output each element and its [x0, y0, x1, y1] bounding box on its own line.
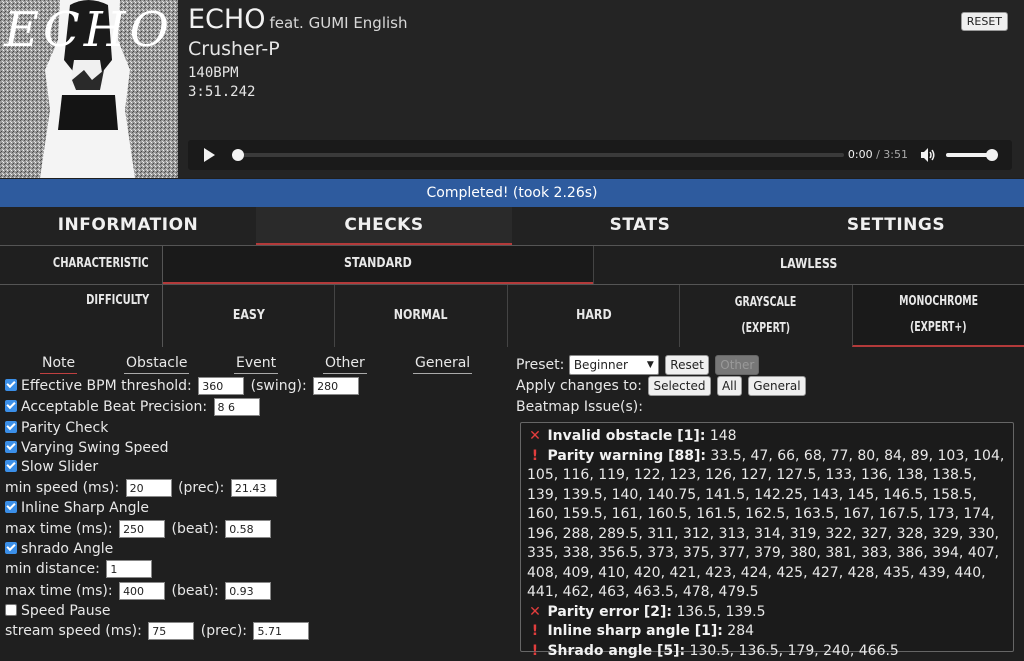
inline-row: Inline Sharp Angle: [5, 498, 149, 518]
tab-other[interactable]: Other: [323, 355, 367, 374]
min-speed-input[interactable]: 20: [126, 479, 172, 497]
apply-general-button[interactable]: General: [748, 376, 805, 396]
song-artist: Crusher-P: [188, 38, 280, 60]
slow-slider-row: Slow Slider: [5, 457, 98, 477]
difficulty-monochrome[interactable]: MONOCHROME(EXPERT+): [852, 285, 1024, 347]
tab-event[interactable]: Event: [234, 355, 278, 374]
volume-handle[interactable]: [986, 149, 998, 161]
volume-icon[interactable]: [920, 148, 936, 162]
tab-obstacle[interactable]: Obstacle: [124, 355, 189, 374]
tab-settings[interactable]: SETTINGS: [768, 207, 1024, 245]
vss-row: Varying Swing Speed: [5, 438, 169, 458]
ebpm-input[interactable]: 360: [198, 377, 244, 395]
stream-speed-input[interactable]: 75: [148, 622, 194, 640]
characteristic-standard[interactable]: STANDARD: [163, 246, 593, 284]
vss-checkbox[interactable]: [5, 441, 17, 453]
characteristic-lawless[interactable]: LAWLESS: [593, 246, 1024, 284]
slow-slider-checkbox[interactable]: [5, 460, 17, 472]
inline-max-time-input[interactable]: 250: [119, 520, 165, 538]
shrado-row: shrado Angle: [5, 539, 113, 559]
song-duration: 3:51.242: [188, 84, 255, 100]
shrado-max-time-input[interactable]: 400: [119, 582, 165, 600]
song-bpm: 140BPM: [188, 65, 239, 81]
preset-reset-button[interactable]: Reset: [665, 355, 709, 375]
audio-player: 0:00 / 3:51: [188, 140, 1012, 170]
difficulty-grayscale[interactable]: GRAYSCALE(EXPERT): [679, 285, 851, 347]
ebpm-checkbox[interactable]: [5, 379, 17, 391]
inline-checkbox[interactable]: [5, 501, 17, 513]
seek-handle[interactable]: [232, 149, 244, 161]
characteristic-label: CHARACTERISTIC: [53, 256, 149, 271]
issues-panel: Preset: Beginner▼ Reset Other Apply chan…: [508, 347, 1024, 640]
reset-button[interactable]: RESET: [961, 12, 1008, 31]
tab-note[interactable]: Note: [40, 355, 77, 374]
shrado-beat-input[interactable]: 0.93: [225, 582, 271, 600]
inline-beat-input[interactable]: 0.58: [225, 520, 271, 538]
issue-item: ! Inline sharp angle [1]: 284: [527, 622, 1007, 642]
inline-time-row: max time (ms): 250 (beat): 0.58: [5, 519, 273, 539]
status-bar: Completed! (took 2.26s): [0, 179, 1024, 207]
warning-icon: !: [527, 642, 543, 661]
issue-item: ! Parity warning [88]: 33.5, 47, 66, 68,…: [527, 447, 1007, 603]
min-speed-prec-input[interactable]: 21.43: [231, 479, 277, 497]
warning-icon: !: [527, 447, 543, 467]
volume-slider[interactable]: [946, 153, 994, 157]
play-icon[interactable]: [204, 148, 215, 162]
precision-input[interactable]: 8 6: [214, 398, 260, 416]
speed-pause-row: Speed Pause: [5, 601, 111, 621]
chevron-down-icon: ▼: [647, 356, 654, 374]
shrado-min-dist-input[interactable]: 1: [106, 560, 152, 578]
issues-heading: Beatmap Issue(s):: [516, 399, 643, 415]
check-config-panel: Note Obstacle Event Other General Effect…: [0, 347, 508, 640]
stream-prec-input[interactable]: 5.71: [253, 622, 309, 640]
cover-title-text: ECHO: [4, 2, 173, 58]
preset-select[interactable]: Beginner▼: [569, 355, 659, 375]
tab-checks[interactable]: CHECKS: [256, 207, 512, 245]
precision-checkbox[interactable]: [5, 400, 17, 412]
error-icon: ✕: [527, 603, 543, 623]
song-title: ECHO: [188, 4, 265, 35]
difficulty-hard[interactable]: HARD: [507, 285, 679, 347]
error-icon: ✕: [527, 427, 543, 447]
difficulty-normal[interactable]: NORMAL: [334, 285, 506, 347]
difficulty-label: DIFFICULTY: [86, 293, 149, 308]
shrado-checkbox[interactable]: [5, 542, 17, 554]
main-tabs: INFORMATION CHECKS STATS SETTINGS: [0, 207, 1024, 245]
song-header: ECHOfeat. GUMI English Crusher-P 140BPM …: [178, 0, 1024, 178]
apply-selected-button[interactable]: Selected: [648, 376, 710, 396]
characteristic-row: CHARACTERISTIC STANDARD LAWLESS: [0, 245, 1024, 285]
min-speed-row: min speed (ms): 20 (prec): 21.43: [5, 478, 279, 498]
parity-checkbox[interactable]: [5, 421, 17, 433]
precision-row: Acceptable Beat Precision: 8 6: [5, 397, 262, 417]
tab-general[interactable]: General: [413, 355, 472, 374]
preset-row: Preset: Beginner▼ Reset Other: [516, 355, 759, 375]
total-time: / 3:51: [876, 148, 908, 161]
issue-item: ✕ Parity error [2]: 136.5, 139.5: [527, 603, 1007, 623]
stream-row: stream speed (ms): 75 (prec): 5.71: [5, 621, 311, 641]
issue-item: ! Shrado angle [5]: 130.5, 136.5, 179, 2…: [527, 642, 1007, 661]
shrado-dist-row: min distance: 1: [5, 559, 154, 579]
seek-bar[interactable]: [236, 153, 844, 157]
speed-pause-checkbox[interactable]: [5, 604, 17, 616]
issues-list: ✕ Invalid obstacle [1]: 148 ! Parity war…: [520, 422, 1014, 652]
tab-information[interactable]: INFORMATION: [0, 207, 256, 245]
check-category-tabs: Note Obstacle Event Other General: [0, 355, 508, 377]
apply-row: Apply changes to: Selected All General: [516, 376, 806, 396]
difficulty-row: DIFFICULTY EASY NORMAL HARD GRAYSCALE(EX…: [0, 285, 1024, 347]
warning-icon: !: [527, 622, 543, 642]
apply-all-button[interactable]: All: [717, 376, 742, 396]
time-display: 0:00 / 3:51: [848, 148, 908, 161]
shrado-time-row: max time (ms): 400 (beat): 0.93: [5, 581, 273, 601]
difficulty-easy[interactable]: EASY: [163, 285, 334, 347]
ebpm-row: Effective BPM threshold: 360 (swing): 28…: [5, 376, 361, 396]
current-time: 0:00: [848, 148, 873, 161]
issue-item: ✕ Invalid obstacle [1]: 148: [527, 427, 1007, 447]
preset-other-button[interactable]: Other: [715, 355, 759, 375]
song-subtitle: feat. GUMI English: [269, 14, 407, 32]
album-cover: ECHO: [0, 0, 178, 178]
parity-row: Parity Check: [5, 418, 108, 438]
tab-stats[interactable]: STATS: [512, 207, 768, 245]
ebpm-swing-input[interactable]: 280: [313, 377, 359, 395]
